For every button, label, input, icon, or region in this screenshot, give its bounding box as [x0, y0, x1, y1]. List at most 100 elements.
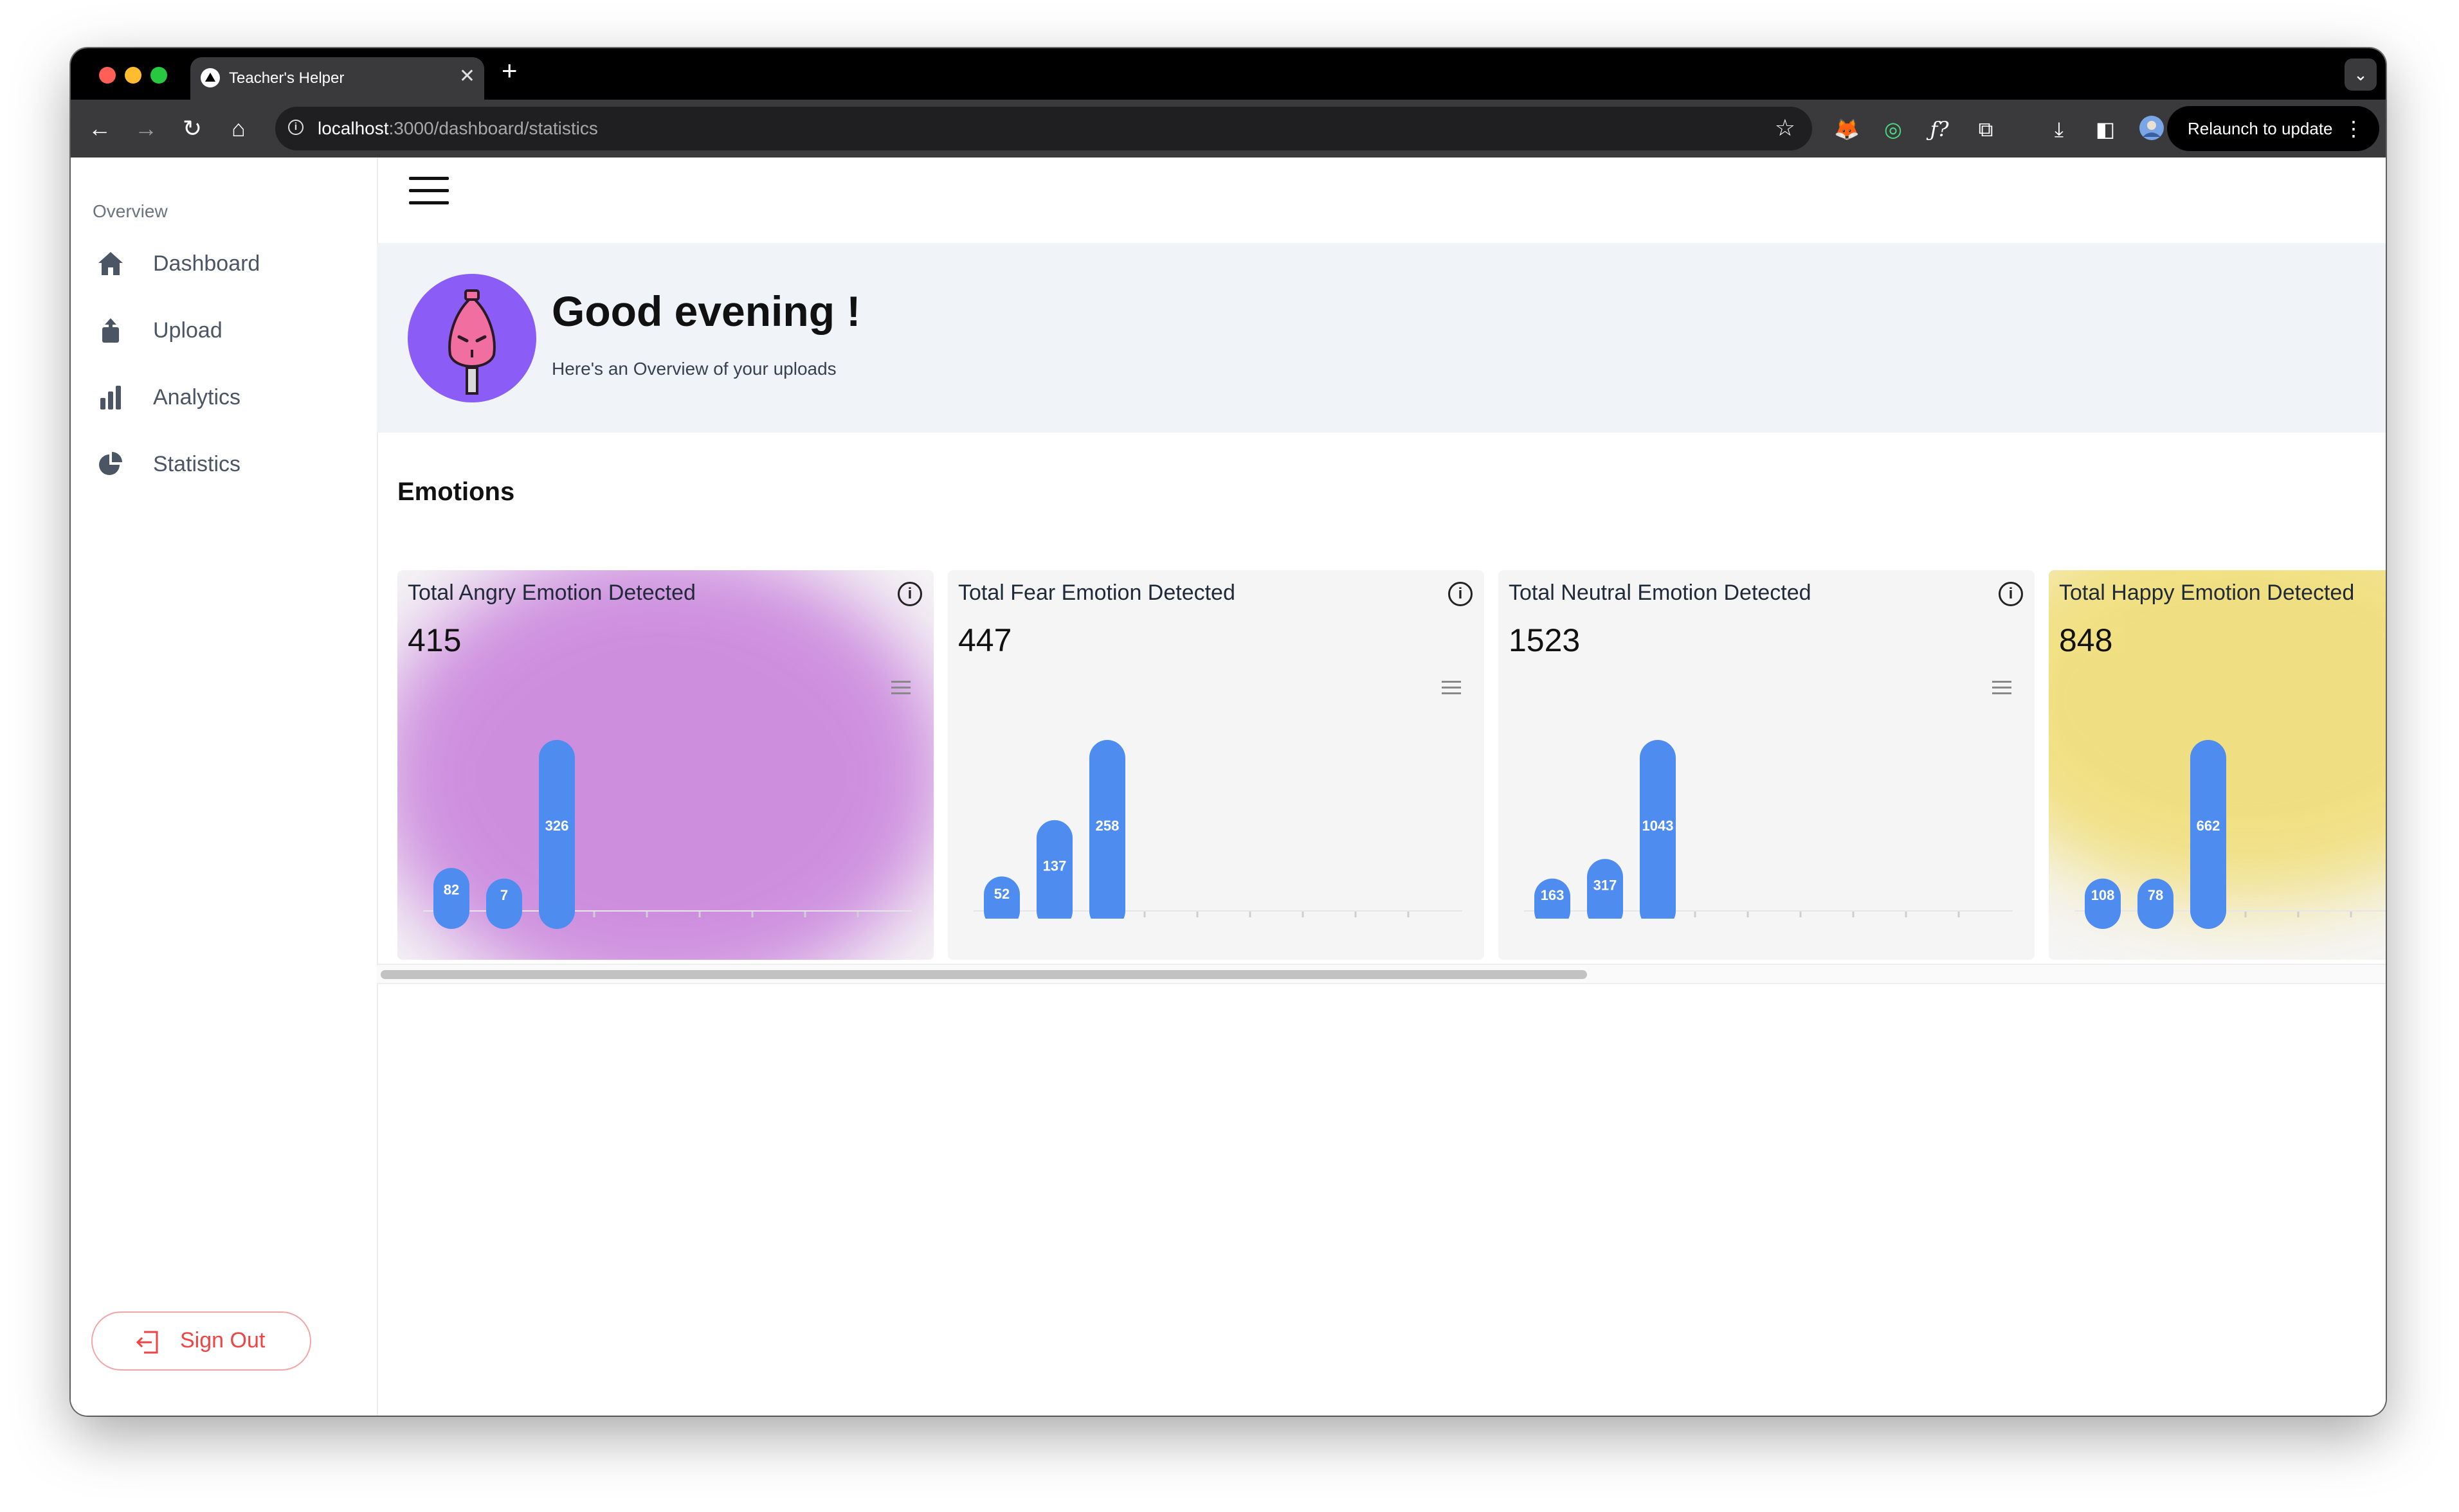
sidebar-item-analytics[interactable]: Analytics — [96, 375, 354, 420]
page-subtitle: Here's an Overview of your uploads — [552, 359, 837, 379]
sidebar-item-label: Statistics — [153, 452, 241, 476]
bar-data-label: 1043 — [1642, 818, 1674, 834]
bar-data-label: 82 — [444, 882, 459, 898]
tab-title: Teacher's Helper — [229, 69, 345, 87]
tab-search-button[interactable]: ⌄ — [2345, 59, 2377, 91]
page-title: Good evening ! — [552, 287, 861, 335]
browser-toolbar: ← → ↻ ⌂ i localhost:3000/dashboard/stati… — [71, 100, 2386, 158]
chart-menu-icon[interactable] — [1442, 681, 1461, 695]
back-button[interactable]: ← — [84, 113, 116, 145]
chart-bar[interactable] — [1587, 859, 1623, 929]
chart-bar[interactable] — [1089, 740, 1125, 929]
sidebar-item-label: Upload — [153, 318, 222, 343]
browser-tab[interactable]: Teacher's Helper ✕ — [190, 57, 484, 100]
profile-avatar-icon[interactable] — [2137, 115, 2166, 143]
avatar — [408, 274, 536, 402]
chart-baseline-mask — [2049, 919, 2386, 937]
bar-data-label: 662 — [2197, 818, 2220, 834]
upload-icon — [102, 318, 119, 343]
bar-chart-icon — [100, 386, 121, 410]
greeting-banner: Good evening ! Here's an Overview of you… — [377, 243, 2386, 433]
sidebar-section-label: Overview — [93, 201, 168, 221]
address-bar[interactable]: i localhost:3000/dashboard/statistics ☆ — [275, 107, 1812, 150]
emotion-card: Total Happy Emotion Detected 848 108 78 662 — [2049, 570, 2386, 960]
sidebar-item-upload[interactable]: Upload — [96, 308, 354, 353]
emotion-card: Total Angry Emotion Detected i 415 82 7 326 — [397, 570, 934, 960]
chart-menu-icon[interactable] — [891, 681, 911, 695]
app: Overview Dashboard Upload Analytics Stat… — [71, 158, 2386, 1416]
sidebar-item-statistics[interactable]: Statistics — [96, 442, 354, 487]
sign-out-label: Sign Out — [180, 1328, 266, 1353]
bar-data-label: 78 — [2148, 887, 2163, 903]
tab-bar: Teacher's Helper ✕ + ⌄ — [71, 48, 2386, 100]
chart-baseline-mask — [397, 919, 934, 937]
horizontal-scrollbar[interactable] — [377, 964, 2386, 984]
extension-target-icon[interactable]: ◎ — [1879, 115, 1907, 143]
main-content: Good evening ! Here's an Overview of you… — [377, 158, 2386, 1416]
relaunch-button[interactable]: Relaunch to update ⋮ — [2167, 106, 2379, 151]
forward-button[interactable]: → — [130, 113, 162, 145]
sidebar-item-label: Analytics — [153, 385, 241, 410]
side-panel-icon[interactable]: ◧ — [2091, 115, 2119, 143]
emotion-bar-chart: 108 78 662 — [2049, 740, 2386, 937]
card-title: Total Happy Emotion Detected — [2059, 580, 2355, 605]
hamburger-menu-icon[interactable] — [409, 177, 450, 205]
sidebar: Overview Dashboard Upload Analytics Stat… — [71, 158, 378, 1416]
card-total: 1523 — [1509, 622, 1581, 658]
sidebar-item-label: Dashboard — [153, 251, 260, 276]
card-title: Total Fear Emotion Detected — [958, 580, 1235, 605]
url-text: localhost:3000/dashboard/statistics — [318, 118, 598, 138]
card-total: 447 — [958, 622, 1012, 658]
scrollbar-thumb[interactable] — [381, 970, 1587, 979]
site-info-icon[interactable]: i — [288, 120, 304, 135]
formula-extension-icon[interactable]: ƒ? — [1925, 115, 1954, 143]
downloads-icon[interactable]: ⤓ — [2045, 115, 2073, 143]
close-tab-icon[interactable]: ✕ — [459, 65, 475, 87]
card-title: Total Angry Emotion Detected — [408, 580, 696, 605]
bar-data-label: 163 — [1541, 887, 1565, 903]
emotion-bar-chart: 163 317 1043 — [1498, 740, 2035, 937]
bar-data-label: 108 — [2091, 887, 2115, 903]
bar-data-label: 7 — [500, 887, 508, 903]
minimize-window-button[interactable] — [125, 67, 141, 84]
emotion-card: Total Fear Emotion Detected i 447 52 137 258 — [948, 570, 1484, 960]
pie-chart-icon — [99, 452, 122, 475]
chart-baseline-mask — [1498, 919, 2035, 937]
bar-data-label: 52 — [994, 886, 1010, 902]
new-tab-button[interactable]: + — [502, 57, 518, 84]
sign-out-icon — [136, 1331, 158, 1354]
chart-baseline-mask — [948, 919, 1484, 937]
app-logo-icon — [201, 68, 220, 87]
more-menu-icon[interactable]: ⋮ — [2343, 106, 2364, 151]
chart-bar[interactable] — [1037, 820, 1073, 929]
extensions-puzzle-icon[interactable]: ⧉ — [1972, 115, 2000, 143]
card-total: 848 — [2059, 622, 2113, 658]
bar-data-label: 258 — [1096, 818, 1120, 834]
sign-out-button[interactable]: Sign Out — [91, 1311, 311, 1371]
info-icon[interactable]: i — [1999, 582, 2023, 606]
maximize-window-button[interactable] — [150, 67, 167, 84]
home-icon — [98, 252, 123, 275]
sidebar-item-dashboard[interactable]: Dashboard — [96, 241, 354, 286]
chart-bar[interactable] — [539, 740, 575, 929]
info-icon[interactable]: i — [1448, 582, 1473, 606]
close-window-button[interactable] — [99, 67, 116, 84]
bar-data-label: 326 — [545, 818, 569, 834]
metamask-extension-icon[interactable]: 🦊 — [1833, 115, 1861, 143]
home-button[interactable]: ⌂ — [222, 113, 255, 145]
emotion-bar-chart: 52 137 258 — [948, 740, 1484, 937]
chart-bar[interactable] — [1640, 740, 1676, 929]
emotion-bar-chart: 82 7 326 — [397, 740, 934, 937]
bar-data-label: 317 — [1593, 878, 1617, 894]
info-icon[interactable]: i — [898, 582, 922, 606]
card-total: 415 — [408, 622, 462, 658]
bookmark-star-icon[interactable]: ☆ — [1775, 114, 1795, 141]
reload-button[interactable]: ↻ — [176, 113, 208, 145]
chart-bar[interactable] — [2190, 740, 2226, 929]
section-title: Emotions — [397, 478, 515, 506]
chart-menu-icon[interactable] — [1992, 681, 2011, 695]
bar-data-label: 137 — [1043, 858, 1067, 874]
browser-window: Teacher's Helper ✕ + ⌄ ← → ↻ ⌂ i localho… — [71, 48, 2386, 1416]
emotion-card: Total Neutral Emotion Detected i 1523 163 31… — [1498, 570, 2035, 960]
card-title: Total Neutral Emotion Detected — [1509, 580, 1811, 605]
